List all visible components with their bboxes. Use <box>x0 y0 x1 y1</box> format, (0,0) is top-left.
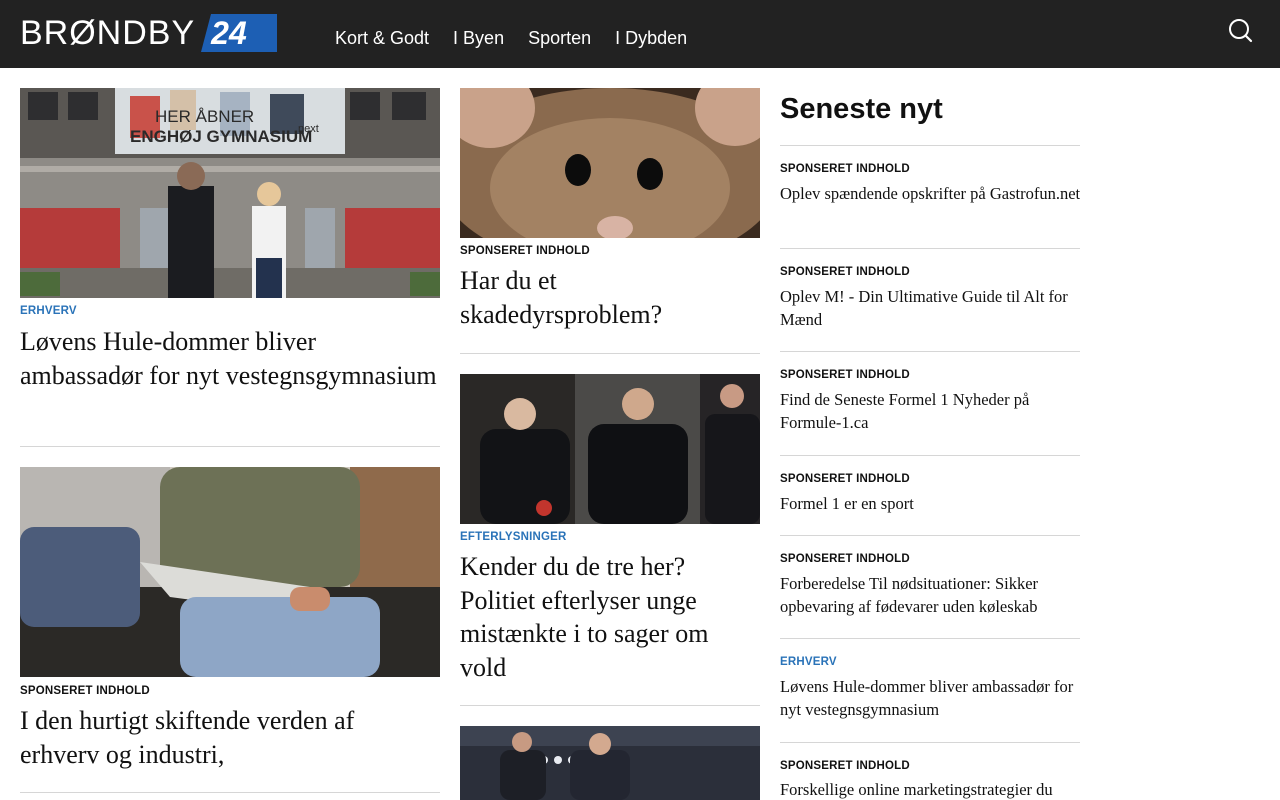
article-image-gymnasium[interactable]: HER ÅBNER ENGHØJ GYMNASIUM next <box>20 88 440 298</box>
latest-news-category: SPONSERET INDHOLD <box>780 760 910 772</box>
latest-news-heading: Seneste nyt <box>780 93 943 125</box>
article-card-gymnasium[interactable]: HER ÅBNER ENGHØJ GYMNASIUM next ERHVERV … <box>20 88 440 448</box>
article-divider <box>20 792 440 793</box>
article-divider <box>20 446 440 447</box>
sidebar-divider <box>780 248 1080 249</box>
article-card-efterlysning[interactable]: EFTERLYSNINGER Kender du de tre her? Pol… <box>460 374 760 694</box>
latest-news-link[interactable]: Forskellige online marketingstrategier d… <box>780 779 1084 800</box>
article-headline[interactable]: Kender du de tre her? Politiet efterlyse… <box>460 550 760 684</box>
sidebar-divider <box>780 351 1080 352</box>
article-card-skadedyr[interactable]: SPONSERET INDHOLD Har du et skadedyrspro… <box>460 88 760 338</box>
latest-news-link[interactable]: Forberedelse Til nødsituationer: Sikker … <box>780 573 1084 618</box>
article-image-newspaper[interactable] <box>20 467 440 677</box>
nav-item-sporten[interactable]: Sporten <box>528 26 591 50</box>
search-button[interactable] <box>1226 16 1256 46</box>
logo-wordmark: BRØNDBY <box>20 14 196 52</box>
article-category-sponsored[interactable]: SPONSERET INDHOLD <box>20 684 150 698</box>
latest-news-link[interactable]: Oplev spændende opskrifter på Gastrofun.… <box>780 183 1084 206</box>
latest-news-category: SPONSERET INDHOLD <box>780 266 910 278</box>
logo-badge: 24 <box>201 14 279 52</box>
article-category-erhverv[interactable]: ERHVERV <box>20 304 77 318</box>
article-divider <box>460 705 760 706</box>
latest-news-link[interactable]: Formel 1 er en sport <box>780 493 1084 516</box>
nav-item-i-dybden[interactable]: I Dybden <box>615 26 687 50</box>
banner-text-line1: HER ÅBNER <box>155 107 254 126</box>
article-category-efterlysninger[interactable]: EFTERLYSNINGER <box>460 530 567 544</box>
search-icon <box>1229 19 1253 43</box>
article-card-police[interactable] <box>460 726 760 800</box>
article-headline[interactable]: Løvens Hule-dommer bliver ambassadør for… <box>20 325 440 392</box>
sidebar-divider <box>780 145 1080 146</box>
latest-news-link[interactable]: Løvens Hule-dommer bliver ambassadør for… <box>780 676 1084 721</box>
main-navigation: Kort & Godt I Byen Sporten I Dybden <box>335 26 711 50</box>
latest-news-category: SPONSERET INDHOLD <box>780 369 910 381</box>
top-navigation-bar: BRØNDBY 24 Kort & Godt I Byen Sporten I … <box>0 0 1280 68</box>
article-divider <box>460 353 760 354</box>
banner-logo-text: next <box>298 123 319 135</box>
sidebar-divider <box>780 742 1080 743</box>
banner-text-line2: ENGHØJ GYMNASIUM <box>130 127 312 146</box>
nav-item-kort-og-godt[interactable]: Kort & Godt <box>335 26 429 50</box>
sidebar-divider <box>780 535 1080 536</box>
article-card-erhverv-industri[interactable]: SPONSERET INDHOLD I den hurtigt skiftend… <box>20 467 440 793</box>
sidebar-divider <box>780 638 1080 639</box>
latest-news-category: ERHVERV <box>780 656 837 668</box>
site-logo[interactable]: BRØNDBY 24 <box>20 14 279 52</box>
latest-news-category: SPONSERET INDHOLD <box>780 163 910 175</box>
latest-news-link[interactable]: Find de Seneste Formel 1 Nyheder på Form… <box>780 389 1084 434</box>
article-image-suspects[interactable] <box>460 374 760 524</box>
article-headline[interactable]: Har du et skadedyrsproblem? <box>460 264 760 331</box>
latest-news-category: SPONSERET INDHOLD <box>780 553 910 565</box>
nav-item-i-byen[interactable]: I Byen <box>453 26 504 50</box>
latest-news-category: SPONSERET INDHOLD <box>780 473 910 485</box>
article-image-police[interactable] <box>460 726 760 800</box>
article-image-mouse[interactable] <box>460 88 760 238</box>
article-category-sponsored[interactable]: SPONSERET INDHOLD <box>460 244 590 258</box>
sidebar-divider <box>780 455 1080 456</box>
latest-news-link[interactable]: Oplev M! - Din Ultimative Guide til Alt … <box>780 286 1084 331</box>
logo-badge-number: 24 <box>211 15 247 51</box>
article-headline[interactable]: I den hurtigt skiftende verden af erhver… <box>20 704 440 771</box>
